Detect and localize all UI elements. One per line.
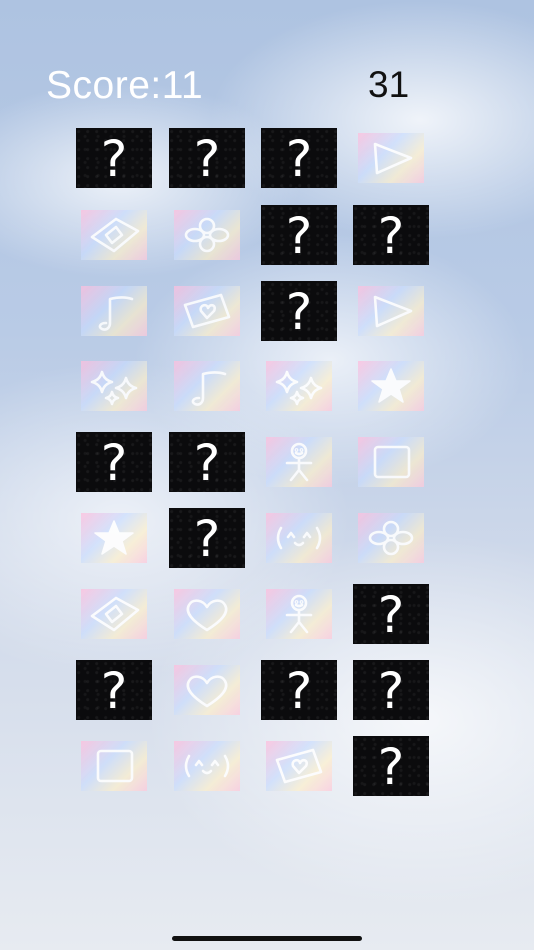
card-revealed[interactable]: [174, 741, 240, 791]
card-hidden[interactable]: ?: [261, 660, 337, 720]
heart-tilted-icon: [183, 293, 231, 329]
card-revealed[interactable]: [174, 210, 240, 260]
card-revealed[interactable]: [266, 589, 332, 639]
sparkle-icon: [275, 370, 323, 406]
card-revealed[interactable]: [358, 286, 424, 336]
card-revealed[interactable]: [266, 437, 332, 487]
star-icon: [94, 520, 134, 555]
card-hidden[interactable]: ?: [169, 508, 245, 568]
flower-icon: [184, 217, 230, 253]
diamond-icon: [90, 596, 140, 632]
question-mark-icon: ?: [100, 130, 128, 188]
card-revealed[interactable]: [81, 361, 147, 411]
square-icon: [96, 749, 134, 783]
question-mark-icon: ?: [100, 434, 128, 492]
home-indicator[interactable]: [172, 936, 362, 941]
card-hidden[interactable]: ?: [353, 660, 429, 720]
card-revealed[interactable]: [358, 437, 424, 487]
card-grid: ??????????????: [0, 0, 534, 950]
question-mark-icon: ?: [193, 434, 221, 492]
card-hidden[interactable]: ?: [76, 432, 152, 492]
question-mark-icon: ?: [100, 662, 128, 720]
question-mark-icon: ?: [377, 662, 405, 720]
card-revealed[interactable]: [81, 741, 147, 791]
card-hidden[interactable]: ?: [261, 205, 337, 265]
card-hidden[interactable]: ?: [261, 128, 337, 188]
card-revealed[interactable]: [266, 361, 332, 411]
question-mark-icon: ?: [193, 130, 221, 188]
question-mark-icon: ?: [377, 207, 405, 265]
card-revealed[interactable]: [174, 361, 240, 411]
star-icon: [371, 368, 411, 403]
flower-icon: [368, 520, 414, 556]
card-hidden[interactable]: ?: [169, 432, 245, 492]
question-mark-icon: ?: [377, 586, 405, 644]
smile-face-icon: [276, 526, 322, 550]
card-revealed[interactable]: [81, 210, 147, 260]
card-revealed[interactable]: [174, 286, 240, 336]
card-revealed[interactable]: [81, 589, 147, 639]
card-hidden[interactable]: ?: [76, 660, 152, 720]
question-mark-icon: ?: [285, 207, 313, 265]
play-icon: [373, 295, 413, 328]
diamond-icon: [90, 217, 140, 253]
stick-figure-icon: [285, 594, 313, 634]
sparkle-icon: [90, 370, 138, 406]
card-revealed[interactable]: [358, 513, 424, 563]
card-revealed[interactable]: [266, 513, 332, 563]
square-icon: [373, 445, 411, 479]
card-revealed[interactable]: [266, 741, 332, 791]
card-revealed[interactable]: [174, 665, 240, 715]
card-revealed[interactable]: [358, 361, 424, 411]
card-hidden[interactable]: ?: [353, 584, 429, 644]
music-note-icon: [191, 371, 227, 406]
play-icon: [373, 142, 413, 175]
question-mark-icon: ?: [285, 662, 313, 720]
question-mark-icon: ?: [193, 510, 221, 568]
smile-face-icon: [184, 754, 230, 778]
stick-figure-icon: [285, 442, 313, 482]
heart-tilted-icon: [275, 748, 323, 784]
card-hidden[interactable]: ?: [353, 205, 429, 265]
question-mark-icon: ?: [285, 283, 313, 341]
card-hidden[interactable]: ?: [353, 736, 429, 796]
question-mark-icon: ?: [285, 130, 313, 188]
music-note-icon: [98, 296, 134, 331]
card-revealed[interactable]: [81, 513, 147, 563]
card-revealed[interactable]: [358, 133, 424, 183]
card-revealed[interactable]: [81, 286, 147, 336]
heart-icon: [186, 675, 228, 708]
heart-icon: [186, 599, 228, 632]
card-hidden[interactable]: ?: [261, 281, 337, 341]
card-hidden[interactable]: ?: [169, 128, 245, 188]
question-mark-icon: ?: [377, 738, 405, 796]
card-revealed[interactable]: [174, 589, 240, 639]
card-hidden[interactable]: ?: [76, 128, 152, 188]
